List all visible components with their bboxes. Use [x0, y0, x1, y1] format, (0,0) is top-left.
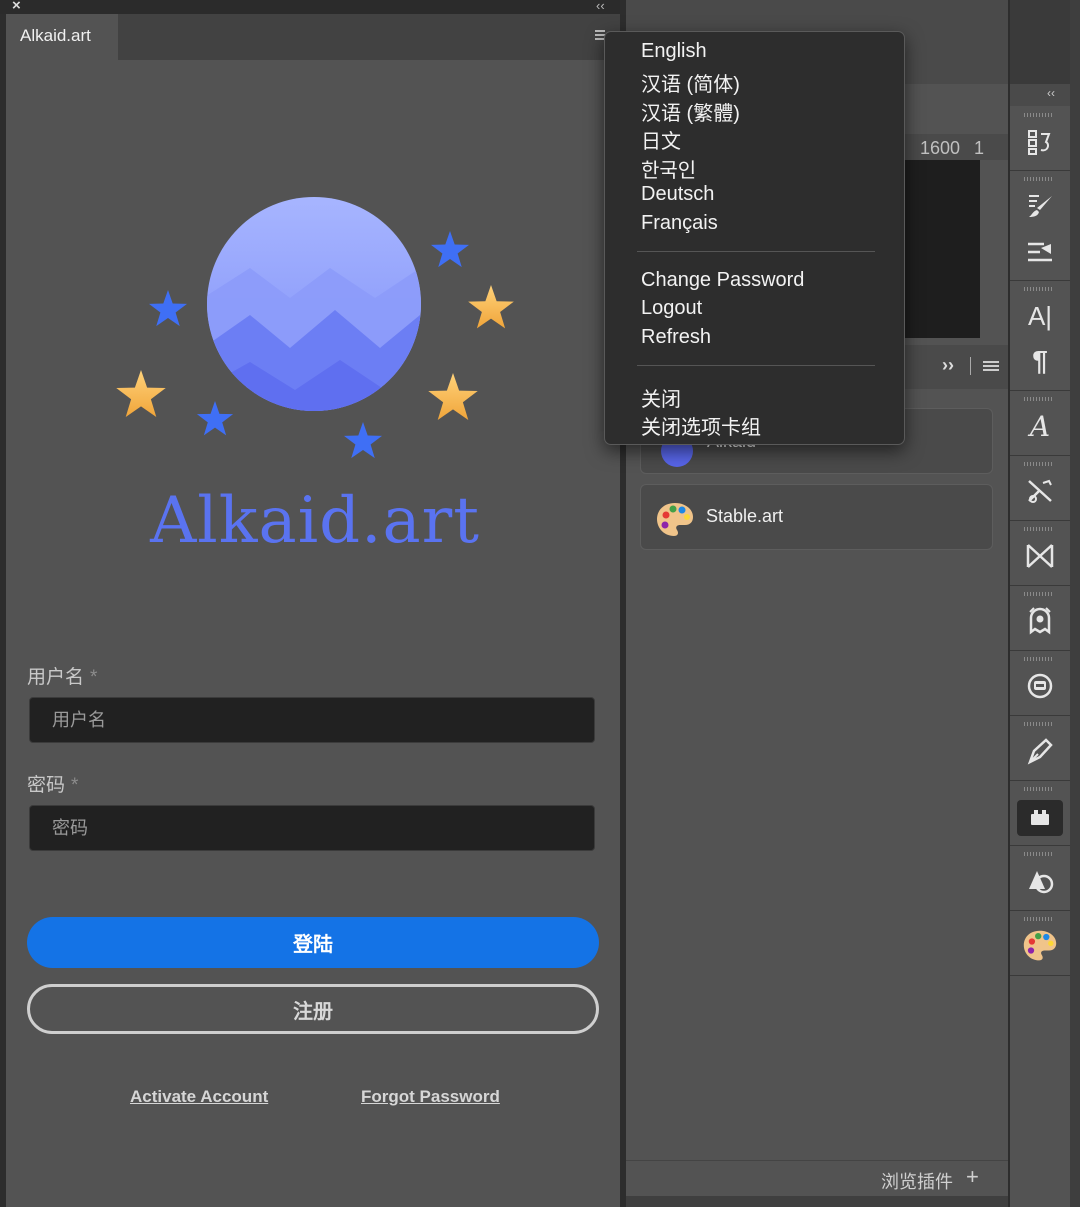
- browse-plugins-label[interactable]: 浏览插件: [881, 1168, 953, 1194]
- toolbar-separator: [1010, 650, 1070, 651]
- toolbar-separator: [1010, 715, 1070, 716]
- grip[interactable]: [1024, 657, 1054, 661]
- grip[interactable]: [1024, 917, 1054, 921]
- toolbar-separator: [1010, 780, 1070, 781]
- username-input[interactable]: [29, 697, 595, 743]
- history-icon[interactable]: [1022, 124, 1058, 160]
- toolbar-separator: [1010, 975, 1070, 976]
- star-gold-icon: [116, 370, 166, 418]
- menu-item-close[interactable]: 关闭: [641, 383, 681, 412]
- forgot-password-link[interactable]: Forgot Password: [361, 1087, 500, 1107]
- required-mark: *: [71, 775, 79, 796]
- grip[interactable]: [1024, 462, 1054, 466]
- grip[interactable]: [1024, 787, 1054, 791]
- star-gold-icon: [468, 285, 514, 329]
- toolbar-separator: [1010, 455, 1070, 456]
- plugins-menu-icon[interactable]: [983, 361, 999, 373]
- menu-item-japanese[interactable]: 日文: [641, 125, 681, 154]
- menu-item-korean[interactable]: 한국인: [641, 154, 696, 183]
- grip[interactable]: [1024, 287, 1054, 291]
- grip[interactable]: [1024, 722, 1054, 726]
- plugin-label: Stable.art: [706, 506, 784, 526]
- activate-account-link[interactable]: Activate Account: [130, 1087, 268, 1107]
- login-button[interactable]: 登陆: [27, 917, 599, 968]
- logo-svg: [116, 197, 514, 459]
- menu-item-chinese-simplified[interactable]: 汉语 (简体): [641, 68, 740, 97]
- star-gold-icon: [428, 373, 478, 421]
- plugin-panel-icon[interactable]: [1022, 800, 1058, 836]
- menu-item-change-password[interactable]: Change Password: [641, 269, 804, 292]
- toolbar-separator: [1010, 170, 1070, 171]
- logo-graphic: [100, 180, 540, 460]
- divider: [970, 357, 971, 375]
- menu-separator: [637, 251, 875, 252]
- grip[interactable]: [1024, 592, 1054, 596]
- shapes-icon[interactable]: [1022, 863, 1058, 899]
- mask-plugin-icon[interactable]: [1022, 668, 1058, 704]
- pen-icon[interactable]: [1022, 733, 1058, 769]
- star-blue-icon: [196, 401, 234, 436]
- toolbar-header: [1010, 84, 1070, 106]
- register-button[interactable]: 注册: [27, 984, 599, 1034]
- ruler-value-next: 1: [974, 138, 985, 158]
- bottom-divider: [626, 1160, 1008, 1161]
- password-label: 密码 *: [27, 775, 79, 796]
- star-blue-icon: [430, 231, 470, 268]
- close-icon[interactable]: ×: [12, 0, 21, 14]
- menu-item-close-tab-group[interactable]: 关闭选项卡组: [641, 411, 761, 440]
- required-mark: *: [90, 667, 98, 688]
- menu-item-chinese-traditional[interactable]: 汉语 (繁體): [641, 97, 740, 126]
- toolbar-separator: [1010, 585, 1070, 586]
- menu-item-german[interactable]: Deutsch: [641, 183, 714, 206]
- glyphs-icon[interactable]: A: [1022, 408, 1058, 444]
- toolbar-separator: [1010, 520, 1070, 521]
- toolbar-separator: [1010, 910, 1070, 911]
- grip[interactable]: [1024, 527, 1054, 531]
- grip[interactable]: [1024, 397, 1054, 401]
- password-input[interactable]: [29, 805, 595, 851]
- toolbar-separator: [1010, 390, 1070, 391]
- toolbar-separator: [1010, 280, 1070, 281]
- collapse-panel-icon[interactable]: ‹‹: [596, 0, 605, 13]
- window-edge: [1070, 0, 1080, 1207]
- brand-name: Alkaid.art: [150, 484, 480, 558]
- add-plugin-icon[interactable]: +: [966, 1164, 979, 1190]
- panel-flyout-menu: English 汉语 (简体) 汉语 (繁體) 日文 한국인 Deutsch F…: [604, 31, 905, 445]
- ruler-value: 1600: [920, 138, 961, 158]
- brush-settings-icon[interactable]: [1022, 188, 1058, 224]
- document-canvas: [905, 160, 980, 338]
- username-label: 用户名 *: [27, 667, 98, 688]
- menu-item-logout[interactable]: Logout: [641, 297, 702, 320]
- bottom-strip: [626, 1196, 1008, 1207]
- ghost-plugin-icon[interactable]: [1022, 603, 1058, 639]
- grip[interactable]: [1024, 852, 1054, 856]
- menu-item-english[interactable]: English: [641, 40, 707, 63]
- palette-icon[interactable]: [1022, 928, 1058, 964]
- tab-label[interactable]: Alkaid.art: [20, 26, 91, 46]
- star-blue-icon: [343, 422, 383, 459]
- menu-item-refresh[interactable]: Refresh: [641, 326, 711, 349]
- grip[interactable]: [1024, 177, 1054, 181]
- menu-item-french[interactable]: Français: [641, 212, 718, 235]
- collapse-toolbar-icon[interactable]: ‹‹: [1047, 86, 1055, 100]
- paragraph-icon[interactable]: ¶: [1022, 343, 1058, 379]
- star-blue-icon: [148, 290, 188, 327]
- adjustments-icon[interactable]: [1022, 473, 1058, 509]
- palette-icon: [657, 503, 693, 536]
- tool-presets-icon[interactable]: [1022, 234, 1058, 270]
- warp-icon[interactable]: [1022, 538, 1058, 574]
- character-icon[interactable]: A|: [1022, 298, 1058, 334]
- menu-separator: [637, 365, 875, 366]
- toolbar-separator: [1010, 845, 1070, 846]
- expand-panel-icon[interactable]: ››: [942, 355, 954, 376]
- title-bar: [0, 0, 622, 14]
- grip[interactable]: [1024, 113, 1054, 117]
